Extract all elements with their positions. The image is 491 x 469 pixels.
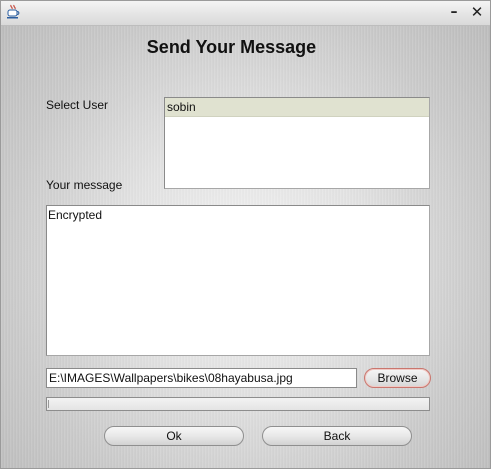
browse-button[interactable]: Browse — [364, 368, 431, 388]
send-message-window: – ✕ Send Your Message Select User sobin … — [0, 0, 491, 469]
user-list-item[interactable]: sobin — [165, 98, 429, 117]
your-message-label: Your message — [46, 178, 123, 192]
java-coffee-cup-icon — [5, 4, 21, 20]
user-list[interactable]: sobin — [164, 97, 430, 189]
back-button[interactable]: Back — [262, 426, 412, 446]
minimize-button[interactable]: – — [446, 4, 462, 20]
title-bar[interactable]: – ✕ — [1, 1, 490, 26]
page-title: Send Your Message — [146, 37, 317, 57]
message-textarea[interactable]: Encrypted — [46, 205, 430, 356]
close-button[interactable]: ✕ — [469, 4, 485, 20]
ok-button[interactable]: Ok — [104, 426, 244, 446]
upload-progress-bar — [46, 397, 430, 411]
progress-start-marker — [48, 400, 49, 408]
file-path-field[interactable]: E:\IMAGES\Wallpapers\bikes\08hayabusa.jp… — [46, 368, 357, 388]
select-user-label: Select User — [46, 98, 109, 112]
